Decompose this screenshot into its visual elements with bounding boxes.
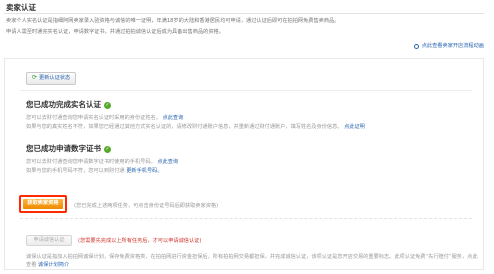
cert-line-1: 您可以去财付通查询您申请数字证书时使用的手机号码。 点此查询	[26, 159, 178, 166]
realname-line-1: 您可以去财付通查询您申请实名认证时采用的身份证姓名。 点此查询	[26, 115, 183, 122]
section-divider	[20, 90, 472, 91]
honest-cert-description-text: 诚保认证是指加入拍拍网诚保计划，保存免费资格类，在拍拍网进行资金担保后，所有拍拍…	[26, 254, 478, 268]
title-divider	[4, 13, 484, 14]
realname-query-link[interactable]: 点此查询	[163, 115, 184, 121]
seller-flow-link-label: 点此查看卖家开店流程动画	[421, 43, 484, 49]
cert-line-2: 如果与您的手机号码不符，您可以到财付通 更新手机号码。	[26, 168, 163, 175]
realname-line-1-text: 您可以去财付通查询您申请实名认证时采用的身份证姓名。	[26, 115, 161, 121]
realname-heading: 您已成功完成实名认证 ✓	[26, 100, 111, 110]
page-title: 卖家认证	[6, 3, 36, 12]
seller-flow-animation-link[interactable]: 点此查看卖家开店流程动画	[413, 43, 484, 50]
cert-heading-text: 您已成功申请数字证书	[26, 144, 101, 153]
check-icon: ✓	[104, 145, 111, 153]
cert-query-link[interactable]: 点此查询	[157, 159, 178, 165]
realname-line-2: 如果与您的真实姓名不符，如果您已经通过其他方式实名认证的，请修改财付通账户信息，…	[26, 124, 365, 131]
cert-line-1-text: 您可以去财付通查询您申请数字证书时使用的手机号码。	[26, 159, 156, 165]
update-phone-link[interactable]: 更新手机号码。	[126, 168, 162, 174]
check-icon: ✓	[104, 101, 111, 109]
get-seller-qualification-button[interactable]: 获取卖家资格	[19, 195, 67, 213]
intro-text: 卖家个人实名认证是指细阿网卖家录入验资格与诚信的唯一证明，年满18岁的大陆和香港…	[6, 16, 486, 38]
realname-heading-text: 您已成功完成实名认证	[26, 100, 101, 109]
cert-heading: 您已成功申请数字证书 ✓	[26, 144, 111, 154]
realname-line-2-text: 如果与您的真实姓名不符，如果您已经通过其他方式实名认证的，请修改财付通账户信息，…	[26, 124, 343, 130]
dashed-divider	[20, 218, 472, 219]
intro-line-2: 申请人需至时通完实名认证，申请数字证书，并通过拍拍诚信认证后成为具备出售商品的资…	[6, 29, 224, 35]
refresh-button-label: 更新认证状态	[39, 74, 71, 81]
cert-line-2-text: 如果与您的手机号码不符，您可以到财付通	[26, 168, 125, 174]
seller-qualification-note: (您已完成上述两项任务，可点击身份证号码后即获取卖家资格)	[74, 203, 219, 209]
refresh-status-button[interactable]: ⟳ 更新认证状态	[26, 72, 77, 85]
play-circle-icon	[413, 44, 419, 49]
refresh-icon: ⟳	[32, 74, 38, 82]
intro-line-1: 卖家个人实名认证是指细阿网卖家录入验资格与诚信的唯一证明，年满18岁的大陆和香港…	[6, 18, 340, 24]
honest-cert-description: 诚保认证是指加入拍拍网诚保计划，保存免费资格类，在拍拍网进行资金担保后，所有拍拍…	[26, 253, 482, 269]
honest-plan-intro-link[interactable]: 诚保计划简介	[38, 262, 69, 268]
seller-certification-page: 卖家认证 卖家个人实名认证是指细阿网卖家录入验资格与诚信的唯一证明，年满18岁的…	[0, 0, 494, 274]
apply-honest-cert-button[interactable]: 申请诚信认证	[26, 235, 72, 246]
honest-cert-warning: (您需要先完成以上所有任务后，才可以申请诚信认证)	[78, 238, 202, 244]
realname-prove-link[interactable]: 点此证明	[344, 124, 365, 130]
seller-button-label: 获取卖家资格	[23, 199, 63, 209]
